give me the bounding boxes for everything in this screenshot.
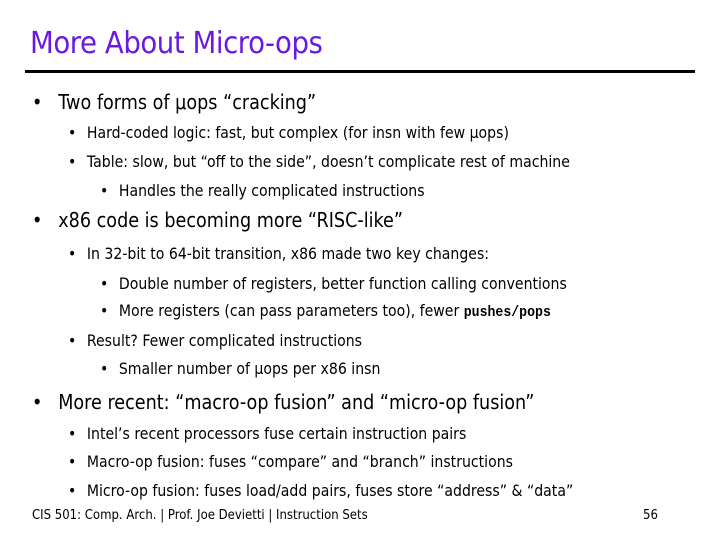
title-divider [25, 70, 695, 73]
bullet-text: Table: slow, but “off to the side”, does… [86, 152, 570, 171]
bullet-icon: • [100, 301, 109, 320]
bullet-icon: • [100, 359, 109, 378]
bullet-icon: • [68, 244, 77, 263]
bullet-level2: • Hard-coded logic: fast, but complex (fo… [68, 123, 509, 142]
bullet-text: Micro-op fusion: fuses load/add pairs, f… [86, 481, 574, 500]
bullet-level2: • Micro-op fusion: fuses load/add pairs, … [68, 481, 573, 500]
slide-title: More About Micro-ops [30, 26, 323, 61]
bullet-text: Hard-coded logic: fast, but complex (for… [86, 123, 509, 142]
bullet-icon: • [68, 481, 77, 500]
bullet-text: Intel’s recent processors fuse certain i… [86, 424, 467, 443]
bullet-icon: • [68, 123, 77, 142]
bullet-level3: • More registers (can pass parameters too… [100, 301, 551, 321]
bullet-icon: • [68, 424, 77, 443]
bullet-text: x86 code is becoming more “RISC-like” [58, 208, 404, 232]
bullet-icon: • [32, 390, 43, 414]
bullet-icon: • [68, 331, 77, 350]
bullet-level2: • Table: slow, but “off to the side”, doe… [68, 152, 570, 171]
bullet-text: More registers (can pass parameters too)… [118, 301, 464, 320]
bullet-text: Macro-op fusion: fuses “compare” and “br… [86, 452, 513, 471]
bullet-text: Result? Fewer complicated instructions [86, 331, 363, 350]
bullet-level2: • Intel’s recent processors fuse certain … [68, 424, 466, 443]
bullet-level3: • Smaller number of μops per x86 insn [100, 359, 380, 378]
bullet-text: Handles the really complicated instructi… [118, 181, 425, 200]
bullet-level3: • Handles the really complicated instruct… [100, 181, 425, 200]
bullet-text: Smaller number of μops per x86 insn [118, 359, 381, 378]
bullet-level2: • Result? Fewer complicated instructions [68, 331, 362, 350]
bullet-icon: • [100, 274, 109, 293]
bullet-text: Two forms of μops “cracking” [58, 90, 317, 114]
bullet-text: More recent: “macro-op fusion” and “micr… [58, 390, 535, 414]
bullet-level2: • In 32-bit to 64-bit transition, x86 mad… [68, 244, 489, 263]
bullet-level2: • Macro-op fusion: fuses “compare” and “b… [68, 452, 513, 471]
bullet-text: Double number of registers, better funct… [118, 274, 567, 293]
bullet-level3: • Double number of registers, better func… [100, 274, 567, 293]
bullet-text: In 32-bit to 64-bit transition, x86 made… [86, 244, 490, 263]
code-text: pushes/pops [463, 304, 551, 321]
bullet-icon: • [100, 181, 109, 200]
bullet-icon: • [68, 452, 77, 471]
bullet-level1: • Two forms of μops “cracking” [32, 90, 316, 114]
footer-page-number: 56 [643, 508, 658, 523]
bullet-icon: • [32, 208, 43, 232]
bullet-level1: • More recent: “macro-op fusion” and “mic… [32, 390, 534, 414]
bullet-icon: • [68, 152, 77, 171]
bullet-icon: • [32, 90, 43, 114]
bullet-level1: • x86 code is becoming more “RISC-like” [32, 208, 403, 232]
footer-course-info: CIS 501: Comp. Arch. | Prof. Joe Deviett… [32, 508, 368, 523]
